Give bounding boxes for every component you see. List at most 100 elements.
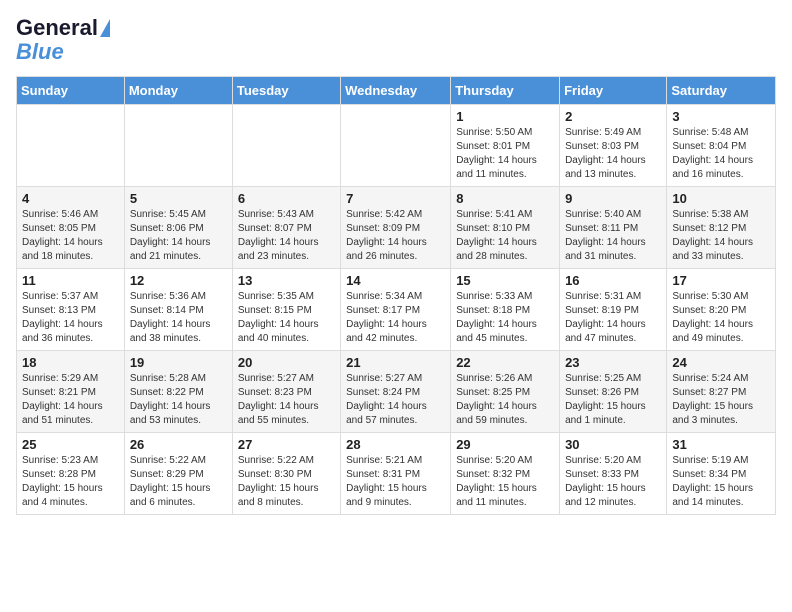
calendar-cell: 28 Sunrise: 5:21 AMSunset: 8:31 PMDayligh…	[341, 433, 451, 515]
calendar-cell: 4 Sunrise: 5:46 AMSunset: 8:05 PMDaylight…	[17, 187, 125, 269]
calendar-cell: 15 Sunrise: 5:33 AMSunset: 8:18 PMDayligh…	[451, 269, 560, 351]
logo: General Blue	[16, 16, 110, 64]
calendar-cell: 31 Sunrise: 5:19 AMSunset: 8:34 PMDayligh…	[667, 433, 776, 515]
day-number: 4	[22, 191, 119, 206]
weekday-header-thursday: Thursday	[451, 77, 560, 105]
calendar-week-3: 11 Sunrise: 5:37 AMSunset: 8:13 PMDayligh…	[17, 269, 776, 351]
day-number: 11	[22, 273, 119, 288]
day-info: Sunrise: 5:50 AMSunset: 8:01 PMDaylight:…	[456, 126, 554, 182]
calendar-cell	[341, 105, 451, 187]
day-number: 23	[565, 355, 661, 370]
day-info: Sunrise: 5:45 AMSunset: 8:06 PMDaylight:…	[130, 208, 227, 264]
calendar-cell: 16Sunrise: 5:31 AMSunset: 8:19 PMDayligh…	[560, 269, 667, 351]
day-info: Sunrise: 5:19 AMSunset: 8:34 PMDaylight:…	[672, 454, 770, 510]
day-info: Sunrise: 5:37 AMSunset: 8:13 PMDaylight:…	[22, 290, 119, 346]
day-info: Sunrise: 5:31 AMSunset: 8:19 PMDaylight:…	[565, 290, 661, 346]
day-number: 8	[456, 191, 554, 206]
calendar-week-4: 18 Sunrise: 5:29 AMSunset: 8:21 PMDayligh…	[17, 351, 776, 433]
calendar-cell: 12 Sunrise: 5:36 AMSunset: 8:14 PMDayligh…	[124, 269, 232, 351]
calendar-cell: 29 Sunrise: 5:20 AMSunset: 8:32 PMDayligh…	[451, 433, 560, 515]
day-number: 2	[565, 109, 661, 124]
calendar-cell: 1Sunrise: 5:50 AMSunset: 8:01 PMDaylight…	[451, 105, 560, 187]
weekday-header-wednesday: Wednesday	[341, 77, 451, 105]
day-info: Sunrise: 5:35 AMSunset: 8:15 PMDaylight:…	[238, 290, 335, 346]
calendar-cell: 14 Sunrise: 5:34 AMSunset: 8:17 PMDayligh…	[341, 269, 451, 351]
day-number: 31	[672, 437, 770, 452]
calendar-cell: 22 Sunrise: 5:26 AMSunset: 8:25 PMDayligh…	[451, 351, 560, 433]
day-info: Sunrise: 5:27 AMSunset: 8:24 PMDaylight:…	[346, 372, 445, 428]
day-info: Sunrise: 5:29 AMSunset: 8:21 PMDaylight:…	[22, 372, 119, 428]
calendar-cell: 25Sunrise: 5:23 AMSunset: 8:28 PMDayligh…	[17, 433, 125, 515]
day-info: Sunrise: 5:38 AMSunset: 8:12 PMDaylight:…	[672, 208, 770, 264]
logo-text-blue: Blue	[16, 40, 64, 64]
day-info: Sunrise: 5:33 AMSunset: 8:18 PMDaylight:…	[456, 290, 554, 346]
day-number: 27	[238, 437, 335, 452]
weekday-header-tuesday: Tuesday	[232, 77, 340, 105]
logo-triangle-icon	[100, 19, 110, 37]
calendar-week-5: 25Sunrise: 5:23 AMSunset: 8:28 PMDayligh…	[17, 433, 776, 515]
calendar-cell: 27 Sunrise: 5:22 AMSunset: 8:30 PMDayligh…	[232, 433, 340, 515]
calendar-cell: 19Sunrise: 5:28 AMSunset: 8:22 PMDayligh…	[124, 351, 232, 433]
day-number: 28	[346, 437, 445, 452]
day-number: 3	[672, 109, 770, 124]
day-info: Sunrise: 5:20 AMSunset: 8:32 PMDaylight:…	[456, 454, 554, 510]
day-number: 20	[238, 355, 335, 370]
day-info: Sunrise: 5:40 AMSunset: 8:11 PMDaylight:…	[565, 208, 661, 264]
day-number: 13	[238, 273, 335, 288]
day-info: Sunrise: 5:48 AMSunset: 8:04 PMDaylight:…	[672, 126, 770, 182]
calendar-cell: 23Sunrise: 5:25 AMSunset: 8:26 PMDayligh…	[560, 351, 667, 433]
day-info: Sunrise: 5:42 AMSunset: 8:09 PMDaylight:…	[346, 208, 445, 264]
day-info: Sunrise: 5:21 AMSunset: 8:31 PMDaylight:…	[346, 454, 445, 510]
day-info: Sunrise: 5:41 AMSunset: 8:10 PMDaylight:…	[456, 208, 554, 264]
day-info: Sunrise: 5:43 AMSunset: 8:07 PMDaylight:…	[238, 208, 335, 264]
day-info: Sunrise: 5:22 AMSunset: 8:29 PMDaylight:…	[130, 454, 227, 510]
calendar-week-1: 1Sunrise: 5:50 AMSunset: 8:01 PMDaylight…	[17, 105, 776, 187]
day-number: 10	[672, 191, 770, 206]
day-number: 25	[22, 437, 119, 452]
day-number: 22	[456, 355, 554, 370]
day-number: 21	[346, 355, 445, 370]
day-number: 14	[346, 273, 445, 288]
day-number: 17	[672, 273, 770, 288]
day-number: 12	[130, 273, 227, 288]
day-number: 19	[130, 355, 227, 370]
day-number: 15	[456, 273, 554, 288]
weekday-header-monday: Monday	[124, 77, 232, 105]
calendar-cell: 21 Sunrise: 5:27 AMSunset: 8:24 PMDayligh…	[341, 351, 451, 433]
page-header: General Blue	[16, 16, 776, 64]
day-info: Sunrise: 5:30 AMSunset: 8:20 PMDaylight:…	[672, 290, 770, 346]
day-info: Sunrise: 5:46 AMSunset: 8:05 PMDaylight:…	[22, 208, 119, 264]
day-number: 29	[456, 437, 554, 452]
calendar-cell	[232, 105, 340, 187]
logo-text-general: General	[16, 16, 98, 40]
day-info: Sunrise: 5:24 AMSunset: 8:27 PMDaylight:…	[672, 372, 770, 428]
calendar-cell: 8 Sunrise: 5:41 AMSunset: 8:10 PMDaylight…	[451, 187, 560, 269]
day-info: Sunrise: 5:34 AMSunset: 8:17 PMDaylight:…	[346, 290, 445, 346]
calendar-cell: 13 Sunrise: 5:35 AMSunset: 8:15 PMDayligh…	[232, 269, 340, 351]
day-number: 30	[565, 437, 661, 452]
day-info: Sunrise: 5:49 AMSunset: 8:03 PMDaylight:…	[565, 126, 661, 182]
calendar-cell: 9 Sunrise: 5:40 AMSunset: 8:11 PMDaylight…	[560, 187, 667, 269]
calendar-cell	[124, 105, 232, 187]
weekday-header-friday: Friday	[560, 77, 667, 105]
day-number: 6	[238, 191, 335, 206]
day-info: Sunrise: 5:36 AMSunset: 8:14 PMDaylight:…	[130, 290, 227, 346]
calendar-header-row: SundayMondayTuesdayWednesdayThursdayFrid…	[17, 77, 776, 105]
day-info: Sunrise: 5:22 AMSunset: 8:30 PMDaylight:…	[238, 454, 335, 510]
calendar-cell: 7Sunrise: 5:42 AMSunset: 8:09 PMDaylight…	[341, 187, 451, 269]
day-info: Sunrise: 5:26 AMSunset: 8:25 PMDaylight:…	[456, 372, 554, 428]
calendar-cell: 17 Sunrise: 5:30 AMSunset: 8:20 PMDayligh…	[667, 269, 776, 351]
day-info: Sunrise: 5:20 AMSunset: 8:33 PMDaylight:…	[565, 454, 661, 510]
calendar-cell: 30 Sunrise: 5:20 AMSunset: 8:33 PMDayligh…	[560, 433, 667, 515]
calendar-cell: 18 Sunrise: 5:29 AMSunset: 8:21 PMDayligh…	[17, 351, 125, 433]
weekday-header-sunday: Sunday	[17, 77, 125, 105]
day-number: 18	[22, 355, 119, 370]
day-number: 9	[565, 191, 661, 206]
day-number: 5	[130, 191, 227, 206]
calendar-cell: 10 Sunrise: 5:38 AMSunset: 8:12 PMDayligh…	[667, 187, 776, 269]
calendar-cell: 11 Sunrise: 5:37 AMSunset: 8:13 PMDayligh…	[17, 269, 125, 351]
weekday-header-saturday: Saturday	[667, 77, 776, 105]
calendar-cell: 6 Sunrise: 5:43 AMSunset: 8:07 PMDaylight…	[232, 187, 340, 269]
calendar-cell: 26Sunrise: 5:22 AMSunset: 8:29 PMDayligh…	[124, 433, 232, 515]
calendar-cell: 5 Sunrise: 5:45 AMSunset: 8:06 PMDaylight…	[124, 187, 232, 269]
